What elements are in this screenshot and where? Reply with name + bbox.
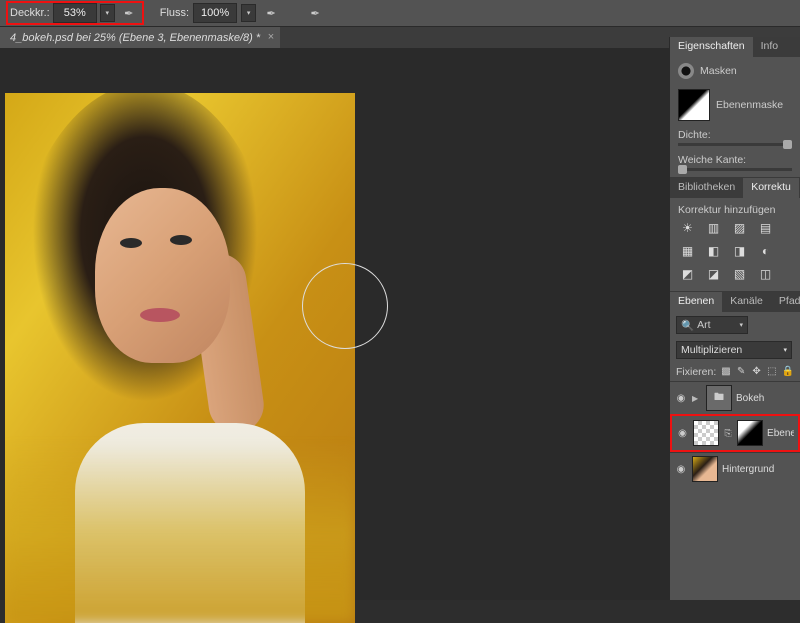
layer-name: Hintergrund	[722, 464, 774, 475]
layer-filter-row: 🔍 Art ▾	[670, 312, 800, 338]
invert-icon[interactable]: ◫	[756, 266, 775, 281]
hue-icon[interactable]: ◧	[704, 243, 723, 258]
photo-filter-icon[interactable]: ◩	[678, 266, 697, 281]
lock-position-icon[interactable]: ✥	[751, 365, 762, 378]
pressure-opacity-icon[interactable]: ✒	[118, 2, 140, 24]
properties-panel: Masken Ebenenmaske Dichte: Weiche Kante:	[670, 57, 800, 178]
airbrush-icon[interactable]: ✒	[260, 2, 282, 24]
flow-input[interactable]	[193, 3, 237, 23]
layer-row-background[interactable]: Hintergrund	[670, 452, 800, 485]
tab-info[interactable]: Info	[753, 37, 787, 57]
feather-slider[interactable]	[678, 168, 792, 171]
adjustment-icons-row2: ▦ ◧ ◨ ◐	[678, 239, 792, 262]
options-bar: Deckkr.: ▾ ✒ Fluss: ▾ ✒ ✒	[0, 0, 800, 27]
exposure-icon[interactable]: ▤	[756, 220, 775, 235]
pressure-size-icon[interactable]: ✒	[304, 2, 326, 24]
tab-properties[interactable]: Eigenschaften	[670, 37, 753, 57]
document-tab[interactable]: 4_bokeh.psd bei 25% (Ebene 3, Ebenenmask…	[0, 27, 280, 49]
right-panels: Eigenschaften Info Masken Ebenenmaske Di…	[669, 37, 800, 600]
filter-kind-label: Art	[697, 319, 710, 331]
tab-corrections[interactable]: Korrektu	[743, 178, 799, 198]
opacity-dropdown[interactable]: ▾	[100, 4, 115, 22]
tab-channels[interactable]: Kanäle	[722, 292, 771, 312]
layer-row-bokeh[interactable]: ▶ 🖿 Bokeh	[670, 381, 800, 414]
opacity-highlight-box: Deckkr.: ▾ ✒	[6, 1, 144, 25]
layer-thumb[interactable]	[692, 456, 718, 482]
mask-mode-icon[interactable]	[678, 63, 694, 79]
tab-layers[interactable]: Ebenen	[670, 292, 722, 312]
blend-mode-row: Multiplizieren ▾	[670, 338, 800, 362]
adjustments-panel: Korrektur hinzufügen ☀ ▥ ▨ ▤ ▦ ◧ ◨ ◐ ◩ ◪…	[670, 198, 800, 292]
flow-dropdown[interactable]: ▾	[241, 4, 256, 22]
mask-thumbnail[interactable]	[678, 89, 710, 121]
document-canvas[interactable]	[5, 93, 355, 623]
flow-label: Fluss:	[160, 7, 189, 19]
photo-content	[5, 93, 355, 623]
properties-tabs: Eigenschaften Info	[670, 37, 800, 57]
layer-filter-kind[interactable]: 🔍 Art ▾	[676, 316, 748, 334]
folder-icon: 🖿	[706, 385, 732, 411]
visibility-toggle[interactable]	[674, 464, 688, 474]
density-slider[interactable]	[678, 143, 792, 146]
lookup-icon[interactable]: ▧	[730, 266, 749, 281]
curves-icon[interactable]: ▨	[730, 220, 749, 235]
library-tabs: Bibliotheken Korrektu	[670, 178, 800, 198]
tab-libraries[interactable]: Bibliotheken	[670, 178, 743, 198]
brush-cursor-icon	[302, 263, 388, 349]
layer-row-ebene3[interactable]: ⎘ Ebene	[670, 414, 800, 452]
search-icon: 🔍	[681, 319, 694, 332]
visibility-toggle[interactable]	[674, 393, 688, 403]
brightness-icon[interactable]: ☀	[678, 220, 697, 235]
levels-icon[interactable]: ▥	[704, 220, 723, 235]
layer-name: Bokeh	[736, 393, 764, 404]
layer-thumb[interactable]	[693, 420, 719, 446]
blend-mode-select[interactable]: Multiplizieren ▾	[676, 341, 792, 359]
canvas-area	[0, 48, 670, 600]
lock-label: Fixieren:	[676, 366, 716, 378]
layer-mask-thumb[interactable]	[737, 420, 763, 446]
layers-tabs: Ebenen Kanäle Pfad	[670, 292, 800, 312]
layer-name: Ebene	[767, 428, 794, 439]
vibrance-icon[interactable]: ▦	[678, 243, 697, 258]
visibility-toggle[interactable]	[676, 428, 689, 438]
blend-mode-value: Multiplizieren	[681, 344, 742, 356]
colorbalance-icon[interactable]: ◨	[730, 243, 749, 258]
feather-label: Weiche Kante:	[678, 154, 792, 166]
mask-type-label: Ebenenmaske	[716, 99, 783, 111]
lock-paint-icon[interactable]: ✎	[736, 365, 747, 378]
add-adjustment-label: Korrektur hinzufügen	[678, 204, 792, 216]
mask-link-icon[interactable]: ⎘	[723, 427, 733, 439]
tab-paths[interactable]: Pfad	[771, 292, 800, 312]
opacity-input[interactable]	[53, 3, 97, 23]
lock-artboard-icon[interactable]: ⬚	[766, 365, 777, 378]
density-label: Dichte:	[678, 129, 792, 141]
opacity-label: Deckkr.:	[10, 7, 50, 19]
bw-icon[interactable]: ◐	[756, 243, 775, 258]
channel-mixer-icon[interactable]: ◪	[704, 266, 723, 281]
adjustment-icons-row3: ◩ ◪ ▧ ◫	[678, 262, 792, 285]
expand-icon[interactable]: ▶	[692, 394, 702, 403]
lock-all-icon[interactable]: 🔒	[782, 365, 794, 378]
masks-label: Masken	[700, 65, 737, 77]
lock-row: Fixieren: ▩ ✎ ✥ ⬚ 🔒	[670, 362, 800, 381]
lock-transparent-icon[interactable]: ▩	[720, 365, 731, 378]
adjustment-icons-row1: ☀ ▥ ▨ ▤	[678, 216, 792, 239]
document-title: 4_bokeh.psd bei 25% (Ebene 3, Ebenenmask…	[10, 32, 260, 44]
